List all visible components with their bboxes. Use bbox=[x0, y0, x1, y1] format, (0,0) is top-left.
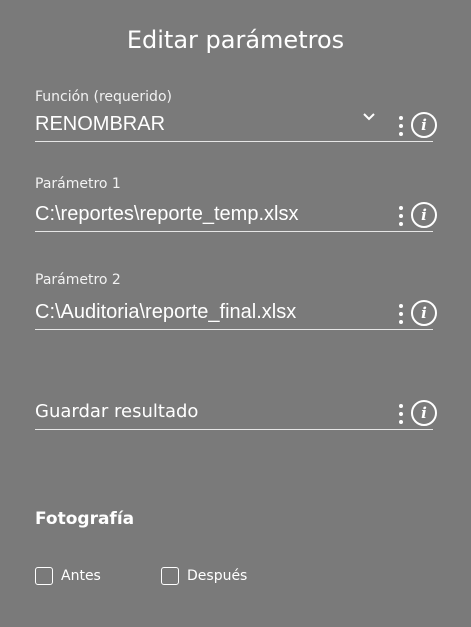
info-icon[interactable]: i bbox=[411, 400, 437, 426]
info-icon[interactable]: i bbox=[411, 112, 437, 138]
dialog-title: Editar parámetros bbox=[126, 26, 345, 54]
save-result-input[interactable]: Guardar resultado i bbox=[35, 399, 437, 430]
checkbox-after-box[interactable] bbox=[161, 567, 179, 585]
function-field: Función (requerido) RENOMBRAR i bbox=[35, 89, 437, 142]
save-result-field: Guardar resultado i bbox=[35, 399, 437, 430]
function-value: RENOMBRAR bbox=[35, 113, 166, 135]
info-icon[interactable]: i bbox=[411, 300, 437, 326]
function-select[interactable]: RENOMBRAR i bbox=[35, 111, 437, 142]
save-result-placeholder: Guardar resultado bbox=[35, 401, 199, 422]
checkbox-before-label: Antes bbox=[61, 568, 101, 584]
kebab-menu-icon[interactable] bbox=[396, 116, 406, 136]
parameter-1-field: Parámetro 1 C:\reportes\reporte_temp.xls… bbox=[35, 176, 437, 232]
parameter-2-input[interactable]: C:\Auditoria\reporte_final.xlsx i bbox=[35, 299, 437, 330]
kebab-menu-icon[interactable] bbox=[396, 404, 406, 424]
parameter-1-input[interactable]: C:\reportes\reporte_temp.xlsx i bbox=[35, 201, 437, 232]
screenshot-section-title: Fotografía bbox=[35, 509, 135, 529]
checkbox-after[interactable]: Después bbox=[161, 567, 247, 585]
info-icon[interactable]: i bbox=[411, 202, 437, 228]
kebab-menu-icon[interactable] bbox=[396, 206, 406, 226]
parameter-2-value: C:\Auditoria\reporte_final.xlsx bbox=[35, 301, 297, 323]
parameter-1-label: Parámetro 1 bbox=[35, 176, 121, 192]
chevron-down-icon[interactable] bbox=[359, 107, 379, 127]
function-label: Función (requerido) bbox=[35, 89, 172, 105]
parameter-1-value: C:\reportes\reporte_temp.xlsx bbox=[35, 203, 299, 225]
parameter-2-field: Parámetro 2 C:\Auditoria\reporte_final.x… bbox=[35, 272, 437, 330]
parameter-2-label: Parámetro 2 bbox=[35, 272, 121, 288]
checkbox-after-label: Después bbox=[187, 568, 248, 584]
checkbox-before-box[interactable] bbox=[35, 567, 53, 585]
checkbox-before[interactable]: Antes bbox=[35, 567, 101, 585]
kebab-menu-icon[interactable] bbox=[396, 304, 406, 324]
